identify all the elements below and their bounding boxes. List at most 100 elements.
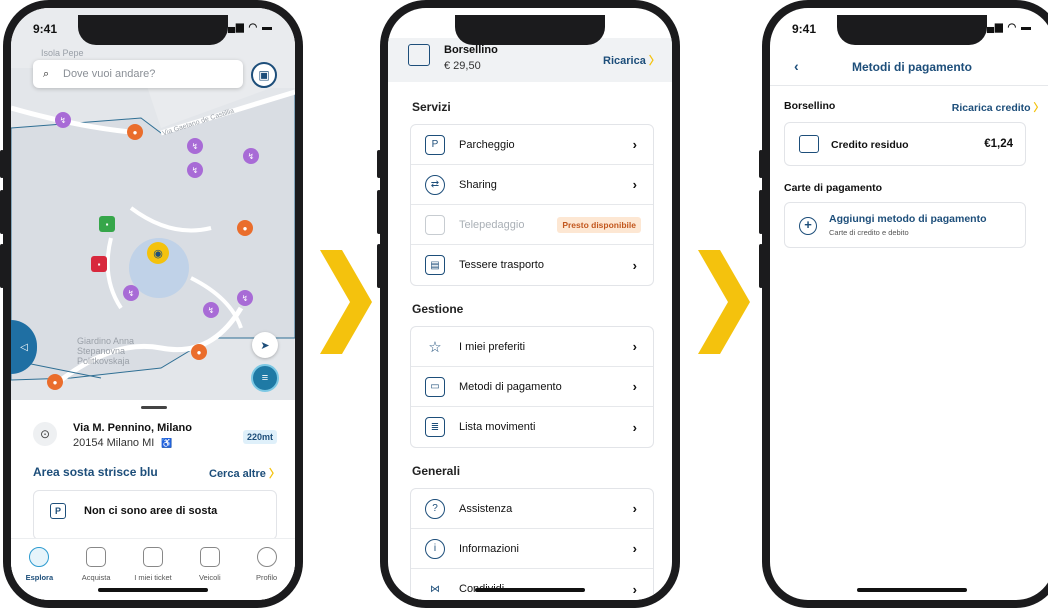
bus-stop-pin[interactable]: ● bbox=[47, 374, 63, 390]
chevron-right-icon: › bbox=[632, 379, 637, 394]
add-payment-method-button[interactable]: + Aggiungi metodo di pagamento Carte di … bbox=[784, 202, 1026, 248]
search-input[interactable]: ⌕ Dove vuoi andare? bbox=[33, 60, 243, 88]
sheet-grab-handle[interactable] bbox=[141, 406, 167, 409]
map[interactable]: Isola Pepe Via Gaetano de Castillia Giar… bbox=[11, 8, 295, 400]
list-icon: ≣ bbox=[425, 417, 445, 437]
metro-pin[interactable]: ▪ bbox=[91, 256, 107, 272]
row-assistenza[interactable]: ? Assistenza › bbox=[411, 489, 653, 529]
cerca-label: Cerca altre bbox=[209, 468, 266, 480]
add-title: Aggiungi metodo di pagamento bbox=[829, 213, 987, 225]
sharing-scooter-pin[interactable]: ↯ bbox=[187, 138, 203, 154]
row-label: Lista movimenti bbox=[459, 421, 536, 433]
row-pagamento[interactable]: ▭ Metodi di pagamento › bbox=[411, 367, 653, 407]
row-sharing[interactable]: ⇄ Sharing › bbox=[411, 165, 653, 205]
sharing-scooter-pin[interactable]: ↯ bbox=[243, 148, 259, 164]
sliders-icon: ≡ bbox=[261, 372, 269, 384]
wallet-title: Borsellino bbox=[444, 44, 498, 56]
sharing-scooter-pin[interactable]: ↯ bbox=[187, 162, 203, 178]
phone-services: Borsellino € 29,50 Ricarica 〉 Servizi P … bbox=[377, 0, 680, 608]
map-label-park: Giardino Anna Stepanovna Politkovskaja bbox=[77, 336, 135, 366]
map-pin-icon bbox=[29, 547, 50, 567]
stage: 9:41 ▂▄▆ ◠ ▬ Isola Pepe Via Gaetano de C… bbox=[0, 0, 1048, 612]
filter-button[interactable]: ≡ bbox=[251, 364, 279, 392]
shop-icon bbox=[86, 547, 107, 567]
sharing-scooter-pin[interactable]: ↯ bbox=[203, 302, 219, 318]
tab-label: Profilo bbox=[255, 573, 278, 582]
sharing-scooter-pin[interactable]: ↯ bbox=[123, 285, 139, 301]
row-preferiti[interactable]: ☆ I miei preferiti › bbox=[411, 327, 653, 367]
screen: Borsellino € 29,50 Ricarica 〉 Servizi P … bbox=[388, 8, 672, 600]
no-area-card: P Non ci sono aree di sosta bbox=[33, 490, 277, 540]
nav-bar: ‹ Metodi di pagamento bbox=[770, 52, 1048, 86]
car-icon bbox=[199, 547, 220, 567]
address-subtitle: 20154 Milano MI ♿ bbox=[73, 437, 173, 449]
sharing-scooter-pin[interactable]: ↯ bbox=[55, 112, 71, 128]
wallet-amount: € 29,50 bbox=[444, 60, 481, 72]
row-tessere[interactable]: ▤ Tessere trasporto › bbox=[411, 245, 653, 285]
home-indicator bbox=[475, 588, 585, 592]
distance-badge: 220mt bbox=[243, 430, 278, 444]
gestione-card: ☆ I miei preferiti › ▭ Metodi di pagamen… bbox=[410, 326, 654, 448]
side-button bbox=[0, 244, 4, 288]
chevron-arrow-icon bbox=[320, 250, 372, 354]
support-icon: ? bbox=[425, 498, 445, 519]
card-icon: ▭ bbox=[425, 376, 445, 397]
chevron-right-icon: › bbox=[632, 339, 637, 354]
bus-stop-pin[interactable]: ● bbox=[191, 344, 207, 360]
credito-card: Credito residuo €1,24 bbox=[784, 122, 1026, 166]
share-icon: ⋈ bbox=[430, 583, 440, 595]
chevron-right-icon: › bbox=[632, 581, 637, 597]
location-icon: ⊙ bbox=[33, 422, 57, 446]
side-button bbox=[759, 244, 763, 288]
ricarica-link[interactable]: Ricarica 〉 bbox=[603, 52, 660, 68]
credito-value: €1,24 bbox=[984, 138, 1013, 150]
tab-profilo[interactable]: Profilo bbox=[240, 547, 294, 600]
cerca-altre-link[interactable]: Cerca altre 〉 bbox=[209, 465, 280, 481]
side-button bbox=[377, 190, 381, 234]
ticket-icon bbox=[142, 547, 163, 567]
row-movimenti[interactable]: ≣ Lista movimenti › bbox=[411, 407, 653, 447]
accessibility-icon: ♿ bbox=[161, 438, 173, 448]
ricarica-credito-label: Ricarica credito bbox=[951, 102, 1031, 114]
side-button bbox=[759, 150, 763, 178]
bus-icon: ▣ bbox=[258, 68, 270, 82]
status-time: 9:41 bbox=[33, 22, 58, 36]
navigation-arrow-icon: ➤ bbox=[260, 339, 270, 352]
notch bbox=[455, 15, 605, 45]
transit-button[interactable]: ▣ bbox=[251, 62, 277, 88]
tab-acquista[interactable]: Acquista bbox=[69, 547, 123, 600]
ricarica-credito-link[interactable]: Ricarica credito 〉 bbox=[952, 100, 1044, 115]
section-servizi: Servizi bbox=[412, 100, 451, 114]
tab-label: Acquista bbox=[81, 573, 111, 582]
side-button bbox=[377, 244, 381, 288]
chevron-right-icon: › bbox=[632, 501, 637, 516]
row-label: Metodi di pagamento bbox=[459, 380, 562, 393]
chevron-right-icon: 〉 bbox=[268, 468, 280, 480]
home-indicator bbox=[857, 588, 967, 592]
row-condividi[interactable]: ⋈ Condividi › bbox=[411, 569, 653, 600]
no-area-text: Non ci sono aree di sosta bbox=[84, 505, 218, 517]
chevron-arrow-icon bbox=[698, 250, 750, 354]
user-location-pin: ◉ bbox=[147, 242, 169, 264]
side-button bbox=[0, 190, 4, 234]
bus-stop-pin[interactable]: ● bbox=[237, 220, 253, 236]
chevron-right-icon: 〉 bbox=[1033, 102, 1045, 114]
sharing-scooter-pin[interactable]: ↯ bbox=[237, 290, 253, 306]
metro-pin[interactable]: ▪ bbox=[99, 216, 115, 232]
tab-veicoli[interactable]: Veicoli bbox=[183, 547, 237, 600]
locate-button[interactable]: ➤ bbox=[252, 332, 278, 358]
add-subtitle: Carte di credito e debito bbox=[829, 228, 909, 237]
wallet-icon bbox=[799, 135, 819, 153]
side-button bbox=[0, 150, 4, 178]
map-label-top: Isola Pepe bbox=[41, 48, 84, 58]
parking-icon: P bbox=[425, 134, 445, 155]
row-informazioni[interactable]: i Informazioni › bbox=[411, 529, 653, 569]
row-parcheggio[interactable]: P Parcheggio › bbox=[411, 125, 653, 165]
sharing-icon: ⇄ bbox=[425, 174, 445, 195]
status-time: 9:41 bbox=[792, 22, 817, 36]
bus-stop-pin[interactable]: ● bbox=[127, 124, 143, 140]
side-button bbox=[377, 150, 381, 178]
tab-esplora[interactable]: Esplora bbox=[12, 547, 66, 600]
chevron-right-icon: › bbox=[632, 257, 637, 273]
tab-ticket[interactable]: I miei ticket bbox=[126, 547, 180, 600]
